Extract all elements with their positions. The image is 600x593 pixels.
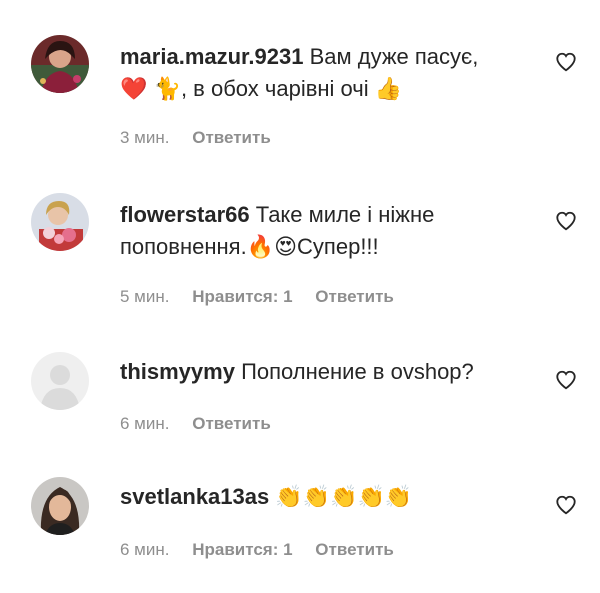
- comment-meta: 5 мин. Нравится: 1 Ответить: [120, 287, 412, 307]
- heart-outline-icon[interactable]: [555, 210, 577, 232]
- user-avatar-photo-icon: [31, 35, 89, 93]
- comment-body: поповнення.: [120, 234, 247, 259]
- comment-time[interactable]: 3 мин.: [120, 128, 169, 147]
- comment-text: maria.mazur.9231 Вам дуже пасує,: [120, 40, 478, 73]
- fire-emoji-icon: 🔥: [246, 234, 275, 259]
- comment-text-line2: ❤️ 🐈, в обох чарівні очі 👍: [120, 72, 402, 105]
- heart-eyes-emoji-icon: 😍: [274, 234, 298, 259]
- avatar[interactable]: [31, 193, 89, 251]
- avatar[interactable]: [31, 352, 89, 410]
- comment-body: , в обох чарівні очі: [180, 76, 369, 101]
- user-avatar-photo-icon: [31, 193, 89, 251]
- comment-time[interactable]: 5 мин.: [120, 287, 169, 306]
- avatar[interactable]: [31, 477, 89, 535]
- likes-count[interactable]: Нравится: 1: [192, 540, 292, 559]
- default-avatar-placeholder-icon: [31, 352, 89, 410]
- comment-meta: 6 мин. Нравится: 1 Ответить: [120, 540, 412, 560]
- avatar[interactable]: [31, 35, 89, 93]
- thumbs-up-emoji-icon: 👍: [374, 76, 403, 101]
- heart-outline-icon[interactable]: [555, 494, 577, 516]
- reply-button[interactable]: Ответить: [315, 287, 394, 306]
- likes-count[interactable]: Нравится: 1: [192, 287, 292, 306]
- heart-emoji-icon: ❤️: [120, 76, 148, 101]
- comment-time[interactable]: 6 мин.: [120, 414, 169, 433]
- comment-meta: 3 мин. Ответить: [120, 128, 289, 148]
- comment-body: Вам дуже пасує,: [309, 44, 479, 69]
- heart-outline-icon[interactable]: [555, 369, 577, 391]
- comment-body: Пополнение в ovshop?: [241, 359, 474, 384]
- comment-text: flowerstar66 Таке миле і ніжне: [120, 198, 434, 231]
- comment-meta: 6 мин. Ответить: [120, 414, 289, 434]
- comment-username[interactable]: maria.mazur.9231: [120, 44, 303, 69]
- reply-button[interactable]: Ответить: [315, 540, 394, 559]
- comment-text: thismyymy Пополнение в ovshop?: [120, 355, 474, 388]
- comment-body: Таке миле і ніжне: [255, 202, 435, 227]
- user-avatar-photo-icon: [31, 477, 89, 535]
- heart-outline-icon[interactable]: [555, 51, 577, 73]
- comment-text: svetlanka13as 👏👏👏👏👏: [120, 480, 412, 513]
- comment-username[interactable]: thismyymy: [120, 359, 235, 384]
- comment-body: Супер!!!: [297, 234, 379, 259]
- comment-text-line2: поповнення.🔥😍Супер!!!: [120, 230, 379, 263]
- reply-button[interactable]: Ответить: [192, 128, 271, 147]
- clapping-hands-emoji-icon: 👏👏👏👏👏: [275, 484, 413, 509]
- comment-username[interactable]: flowerstar66: [120, 202, 250, 227]
- reply-button[interactable]: Ответить: [192, 414, 271, 433]
- cat-emoji-icon: 🐈: [153, 76, 181, 101]
- comment-username[interactable]: svetlanka13as: [120, 484, 269, 509]
- comment-time[interactable]: 6 мин.: [120, 540, 169, 559]
